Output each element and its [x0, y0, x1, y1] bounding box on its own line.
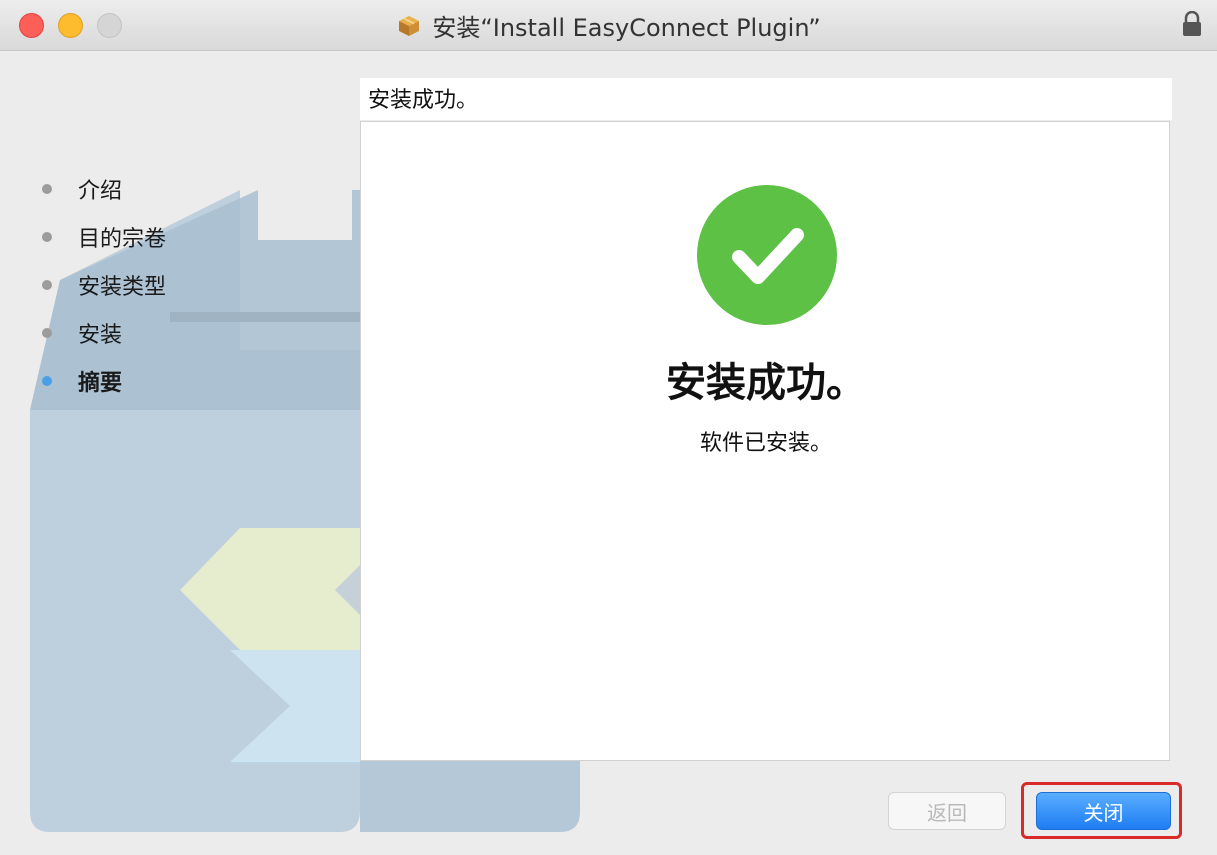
- success-title: 安装成功。: [666, 360, 866, 406]
- step-dot: [42, 280, 52, 290]
- lock-icon[interactable]: [1181, 11, 1203, 37]
- step-destination: 目的宗卷: [42, 213, 166, 261]
- step-dot: [42, 328, 52, 338]
- step-summary: 摘要: [42, 357, 166, 405]
- step-dot: [42, 184, 52, 194]
- step-label: 安装: [78, 323, 123, 348]
- step-label: 安装类型: [78, 275, 167, 300]
- window-title: 安装“Install EasyConnect Plugin”: [432, 13, 821, 42]
- step-label: 介绍: [78, 179, 123, 204]
- installer-steps: 介绍 目的宗卷 安装类型 安装 摘要: [42, 165, 166, 405]
- checkmark-circle-icon: [697, 185, 837, 325]
- step-dot-active: [42, 376, 52, 386]
- success-message: 软件已安装。: [699, 431, 832, 456]
- title-bar: 安装“Install EasyConnect Plugin”: [0, 0, 1217, 51]
- pane-header-text: 安装成功。: [368, 88, 479, 113]
- step-install: 安装: [42, 309, 166, 357]
- content-panel: 安装成功。 软件已安装。: [360, 121, 1170, 761]
- step-dot: [42, 232, 52, 242]
- close-button[interactable]: 关闭: [1036, 792, 1171, 830]
- step-install-type: 安装类型: [42, 261, 166, 309]
- step-label: 目的宗卷: [78, 227, 167, 252]
- package-icon: [399, 16, 420, 36]
- pane-header: 安装成功。: [360, 78, 1172, 120]
- step-introduction: 介绍: [42, 165, 166, 213]
- back-button[interactable]: 返回: [888, 792, 1006, 830]
- step-label: 摘要: [78, 371, 123, 396]
